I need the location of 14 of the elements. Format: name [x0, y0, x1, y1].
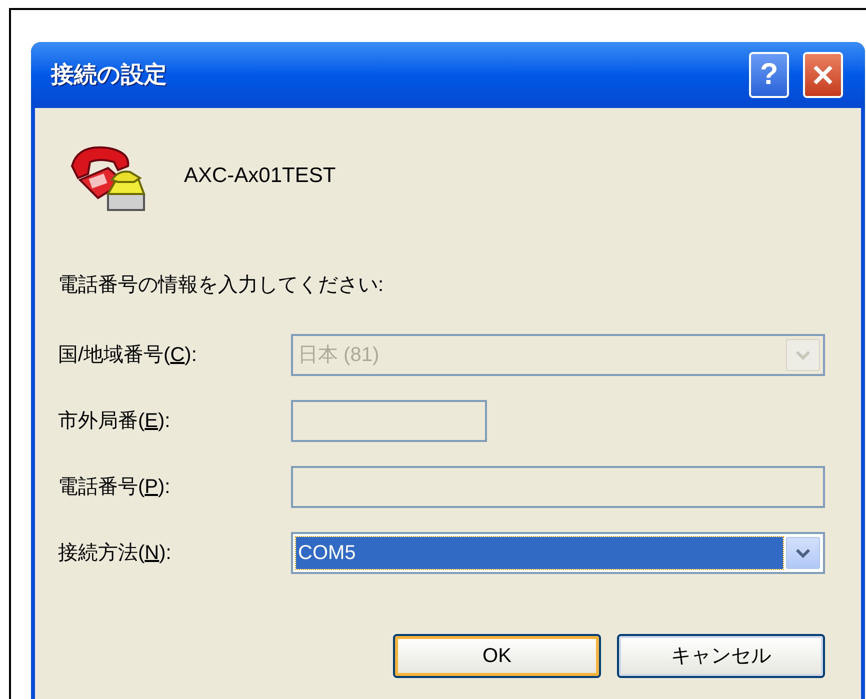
field-label: 国/地域番号(C): [58, 343, 198, 368]
close-button[interactable] [803, 52, 843, 98]
connection-name: AXC-Ax01TEST [184, 163, 336, 190]
window-title: 接続の設定 [51, 60, 167, 90]
instruction-text: 電話番号の情報を入力してください: [58, 273, 385, 298]
field-label: 市外局番(E): [58, 409, 172, 434]
help-button[interactable]: ? [749, 52, 789, 98]
field-label: 接続方法(N): [58, 541, 172, 566]
chevron-down-icon[interactable] [786, 537, 820, 569]
close-icon [811, 63, 835, 87]
field-label: 電話番号(P): [58, 475, 172, 500]
dropdown-field[interactable]: COM5 [291, 532, 825, 574]
dialog-button[interactable]: OK [393, 634, 601, 678]
dialog-button[interactable]: キャンセル [617, 634, 825, 678]
